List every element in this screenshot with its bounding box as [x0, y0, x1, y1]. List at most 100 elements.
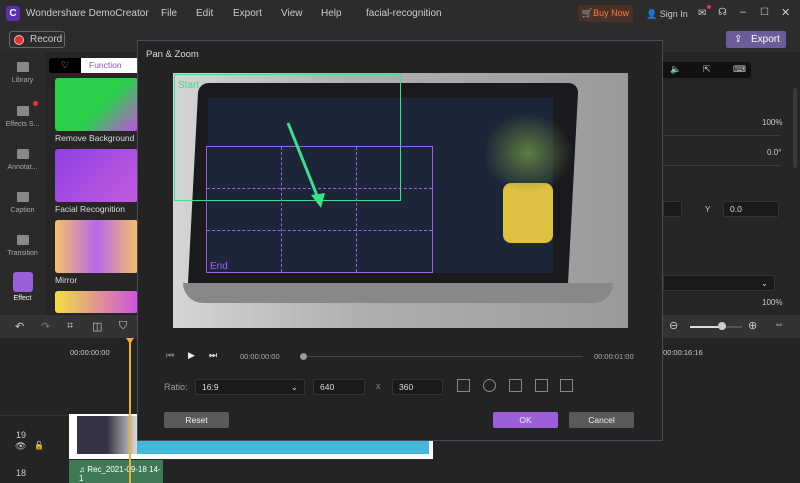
record-icon [14, 35, 24, 45]
playhead-handle[interactable] [126, 338, 134, 344]
support-icon[interactable]: ☊ [718, 7, 727, 18]
app-title: Wondershare DemoCreator [26, 8, 149, 19]
audio-icon[interactable]: 🔈 [670, 64, 681, 75]
store-icon [16, 106, 29, 116]
ratio-value: 16:9 [202, 382, 219, 392]
sign-in-button[interactable]: 👤 Sign In [646, 9, 688, 20]
cursor-icon[interactable]: ⇱ [703, 64, 711, 75]
favorites-tab[interactable]: ♡ [49, 58, 81, 73]
split-icon[interactable]: ◫ [92, 320, 102, 333]
cart-icon: 🛒 [581, 8, 594, 18]
zoom-slider[interactable] [690, 326, 742, 328]
audio-clip[interactable]: ♫ Rec_2021-09-18 14-1 [69, 460, 163, 483]
music-icon: ♫ [79, 465, 85, 474]
play-icon[interactable]: ▶ [188, 350, 195, 361]
facial-recognition-thumbnail[interactable] [55, 149, 138, 202]
fit-icon[interactable]: ⇔ [774, 319, 784, 330]
sidebar-item-effects-store[interactable]: Effects S... [0, 106, 45, 128]
sidebar-label: Effects S... [5, 121, 40, 128]
menu-edit[interactable]: Edit [196, 8, 213, 19]
mirror-thumbnail[interactable] [55, 220, 138, 273]
zoom-out-icon[interactable]: ⊖ [669, 319, 678, 332]
skip-forward-icon[interactable]: ⏭ [209, 350, 217, 361]
property-tabs: 🔈 ⇱ ⌨ [663, 62, 751, 78]
divider [0, 415, 68, 416]
minimize-icon[interactable]: – [740, 6, 746, 18]
ratio-select[interactable]: 16:9 ⌄ [195, 379, 305, 395]
notification-dot [33, 101, 38, 106]
buy-now-label: Buy Now [593, 8, 630, 18]
fit-frame-icon[interactable] [457, 379, 470, 392]
close-icon[interactable]: ✕ [781, 6, 790, 19]
export-button[interactable]: ⇪ Export [726, 31, 786, 48]
sidebar-item-library[interactable]: Library [0, 62, 45, 84]
skip-back-icon[interactable]: ⏮ [166, 350, 174, 361]
pan-arrow-icon [286, 122, 325, 208]
magic-wand-icon [12, 272, 33, 292]
preview-canvas[interactable]: Start End [173, 73, 628, 328]
dimension-separator: x [376, 381, 381, 391]
pan-zoom-dialog: Pan & Zoom Start End ⏮ ▶ ⏭ 00:00:00:00 0… [137, 40, 663, 441]
sidebar-label: Transition [7, 250, 38, 257]
swap-icon[interactable] [560, 379, 573, 392]
scrollbar[interactable] [793, 88, 797, 168]
tab-function[interactable]: Function [81, 58, 137, 73]
progress-slider[interactable] [303, 356, 583, 357]
maximize-icon[interactable]: ☐ [760, 7, 769, 18]
keyboard-icon[interactable]: ⌨ [733, 64, 746, 75]
time-start: 00:00:00:00 [70, 348, 110, 357]
mail-icon[interactable]: ✉ [698, 8, 706, 19]
progress-handle[interactable] [300, 353, 307, 360]
app-logo-icon: C [6, 6, 20, 21]
user-icon: 👤 [646, 9, 658, 19]
undo-icon[interactable]: ↶ [15, 320, 24, 333]
crop-icon[interactable]: ⌗ [67, 320, 73, 333]
x-input[interactable] [663, 201, 682, 217]
cancel-button[interactable]: Cancel [569, 412, 634, 428]
effect-label: Remove Background [55, 133, 135, 143]
sidebar-label: Effect [13, 295, 32, 302]
blend-select[interactable]: ⌄ [663, 275, 775, 291]
folder-icon [16, 62, 29, 72]
notification-dot [707, 5, 711, 9]
reset-button[interactable]: Reset [164, 412, 229, 428]
menu-view[interactable]: View [281, 8, 303, 19]
sidebar-item-transition[interactable]: Transition [0, 235, 45, 257]
upload-icon: ⇪ [734, 34, 743, 45]
eye-icon[interactable]: 👁 [15, 441, 26, 452]
sign-in-label: Sign In [659, 9, 688, 19]
align-right-icon[interactable] [509, 379, 522, 392]
sidebar-item-annotation[interactable]: Annotat... [0, 149, 45, 171]
zoom-slider-handle[interactable] [718, 322, 726, 330]
buy-now-button[interactable]: 🛒Buy Now [578, 5, 633, 22]
ratio-label: Ratio: [164, 382, 188, 392]
track-number: 18 [16, 468, 27, 478]
align-left-icon[interactable] [535, 379, 548, 392]
menu-help[interactable]: Help [321, 8, 342, 19]
width-input[interactable]: 640 [313, 379, 365, 395]
center-icon[interactable] [483, 379, 496, 392]
mark-icon[interactable]: ⛉ [119, 320, 127, 333]
playhead[interactable] [129, 338, 131, 483]
ok-button[interactable]: OK [493, 412, 558, 428]
height-input[interactable]: 360 [392, 379, 443, 395]
y-label: Y [705, 205, 711, 214]
effect-thumbnail[interactable] [55, 291, 138, 313]
menu-file[interactable]: File [161, 8, 177, 19]
heart-icon: ♡ [60, 60, 70, 70]
transition-icon [16, 235, 29, 245]
lock-icon[interactable]: 🔓 [34, 441, 44, 450]
project-name: facial-recognition [366, 8, 442, 19]
y-input[interactable]: 0.0 [723, 201, 779, 217]
caption-icon [16, 192, 29, 202]
redo-icon[interactable]: ↷ [41, 320, 50, 333]
sidebar-item-effect[interactable]: Effect [0, 272, 45, 302]
remove-background-thumbnail[interactable] [55, 78, 138, 131]
zoom-in-icon[interactable]: ⊕ [748, 319, 757, 332]
track-number: 19 [16, 430, 27, 440]
menu-export[interactable]: Export [233, 8, 262, 19]
chevron-down-icon: ⌄ [760, 278, 768, 288]
dialog-title: Pan & Zoom [146, 49, 199, 60]
sidebar-item-caption[interactable]: Caption [0, 192, 45, 214]
audio-clip-label: Rec_2021-09-18 14-1 [79, 465, 161, 483]
